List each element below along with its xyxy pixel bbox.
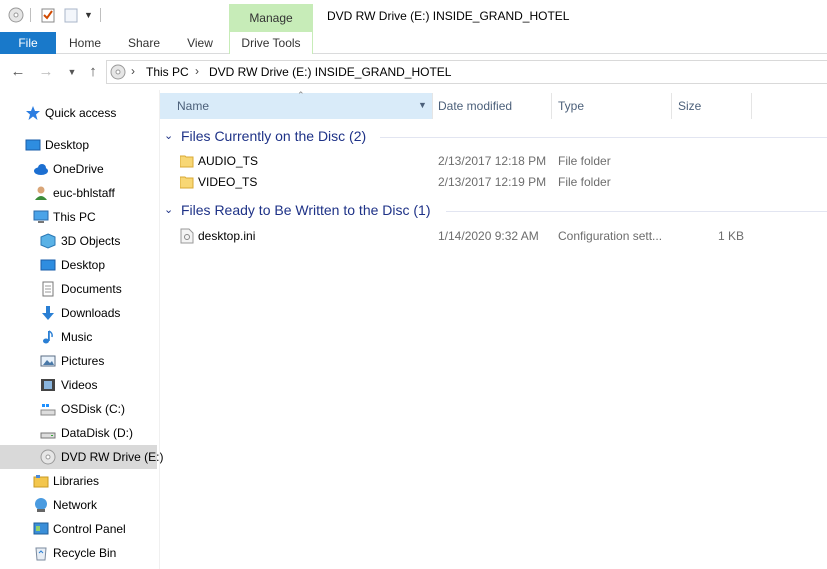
windows-drive-icon [40, 401, 56, 417]
column-filter-chevron-icon[interactable]: ▼ [418, 100, 427, 110]
nav-item-videos[interactable]: Videos [0, 373, 157, 397]
disc-icon [40, 449, 56, 465]
download-icon [40, 305, 56, 321]
nav-item-pictures[interactable]: Pictures [0, 349, 157, 373]
nav-item-this-pc[interactable]: This PC [0, 205, 157, 229]
star-icon [25, 105, 41, 121]
column-separator[interactable] [751, 93, 752, 119]
tab-drive-tools[interactable]: Drive Tools [229, 32, 313, 54]
recent-locations-chevron-icon[interactable]: ▼ [63, 63, 81, 81]
navigation-bar: ← → ▼ ↑ › This PC › DVD RW Drive (E:) IN… [0, 58, 827, 86]
tab-file[interactable]: File [0, 32, 56, 54]
computer-icon [33, 209, 49, 225]
folder-icon [179, 153, 194, 169]
nav-item-desktop[interactable]: Desktop [0, 133, 157, 157]
column-separator[interactable] [671, 93, 672, 119]
manage-context-tab-header: Manage [229, 4, 313, 32]
sort-caret-icon: ⌃ [297, 90, 305, 100]
title-bar: ▼ Manage DVD RW Drive (E:) INSIDE_GRAND_… [0, 0, 827, 32]
chevron-down-icon: ⌄ [164, 130, 174, 142]
nav-item-user[interactable]: euc-bhlstaff [0, 181, 157, 205]
column-separator[interactable] [551, 93, 552, 119]
video-icon [40, 377, 56, 393]
control-panel-icon [33, 521, 49, 537]
cloud-icon [33, 161, 49, 177]
cube-icon [40, 233, 56, 249]
list-item[interactable]: desktop.ini 1/14/2020 9:32 AM Configurat… [160, 226, 827, 247]
nav-item-downloads[interactable]: Downloads [0, 301, 157, 325]
nav-item-music[interactable]: Music [0, 325, 157, 349]
tab-share[interactable]: Share [122, 32, 166, 54]
music-icon [40, 329, 56, 345]
back-arrow-icon[interactable]: ← [9, 63, 27, 81]
breadcrumb-dvd-drive[interactable]: DVD RW Drive (E:) INSIDE_GRAND_HOTEL [209, 65, 451, 79]
nav-item-documents[interactable]: Documents [0, 277, 157, 301]
breadcrumb-chevron-icon[interactable]: › [131, 64, 135, 78]
column-separator[interactable] [432, 93, 433, 119]
nav-item-desktop-pc[interactable]: Desktop [0, 253, 157, 277]
separator [100, 8, 101, 22]
disc-icon [110, 64, 126, 80]
ribbon-tabs: File Home Share View Drive Tools [0, 32, 827, 54]
nav-item-3d-objects[interactable]: 3D Objects [0, 229, 157, 253]
group-divider [380, 137, 827, 138]
forward-arrow-icon[interactable]: → [37, 63, 55, 81]
breadcrumb-chevron-icon[interactable]: › [195, 64, 199, 78]
properties-icon[interactable] [40, 7, 56, 23]
recycle-bin-icon [33, 545, 49, 561]
disc-icon[interactable] [8, 7, 24, 23]
separator [30, 8, 31, 22]
up-arrow-icon[interactable]: ↑ [84, 63, 102, 81]
user-icon [33, 185, 49, 201]
nav-item-quick-access[interactable]: Quick access [0, 101, 157, 125]
drive-icon [40, 425, 56, 441]
window-title: DVD RW Drive (E:) INSIDE_GRAND_HOTEL [327, 9, 570, 23]
tab-home[interactable]: Home [62, 32, 108, 54]
desktop-icon [25, 137, 41, 153]
desktop-icon [40, 257, 56, 273]
group-divider [446, 211, 827, 212]
nav-item-dvd-drive[interactable]: DVD RW Drive (E:) [0, 445, 163, 469]
list-item[interactable]: VIDEO_TS 2/13/2017 12:19 PM File folder [160, 172, 827, 193]
customize-toolbar-chevron-icon[interactable]: ▼ [84, 7, 100, 23]
breadcrumb-this-pc[interactable]: This PC [146, 65, 189, 79]
file-list: ⌃ Name ▼ Date modified Type Size ⌄ Files… [160, 90, 827, 569]
tab-view[interactable]: View [180, 32, 220, 54]
picture-icon [40, 353, 56, 369]
nav-item-libraries[interactable]: Libraries [0, 469, 157, 493]
column-header-size[interactable]: Size [678, 93, 701, 119]
nav-item-control-panel[interactable]: Control Panel [0, 517, 157, 541]
column-header-type[interactable]: Type [558, 93, 584, 119]
network-icon [33, 497, 49, 513]
nav-item-recycle-bin[interactable]: Recycle Bin [0, 541, 157, 565]
library-icon [33, 473, 49, 489]
chevron-down-icon: ⌄ [164, 204, 174, 216]
nav-item-network[interactable]: Network [0, 493, 157, 517]
nav-item-osdisk[interactable]: OSDisk (C:) [0, 397, 157, 421]
document-icon [40, 281, 56, 297]
new-folder-icon[interactable] [63, 7, 79, 23]
navigation-pane: Quick access Desktop OneDrive euc-bhlsta… [0, 90, 163, 569]
nav-item-datadisk[interactable]: DataDisk (D:) [0, 421, 157, 445]
column-header-date[interactable]: Date modified [438, 93, 512, 119]
list-item[interactable]: AUDIO_TS 2/13/2017 12:18 PM File folder [160, 151, 827, 172]
address-bar[interactable]: › This PC › DVD RW Drive (E:) INSIDE_GRA… [106, 60, 827, 84]
column-header-name[interactable]: Name [177, 93, 209, 119]
settings-file-icon [180, 228, 194, 244]
nav-item-onedrive[interactable]: OneDrive [0, 157, 157, 181]
folder-icon [179, 174, 194, 190]
